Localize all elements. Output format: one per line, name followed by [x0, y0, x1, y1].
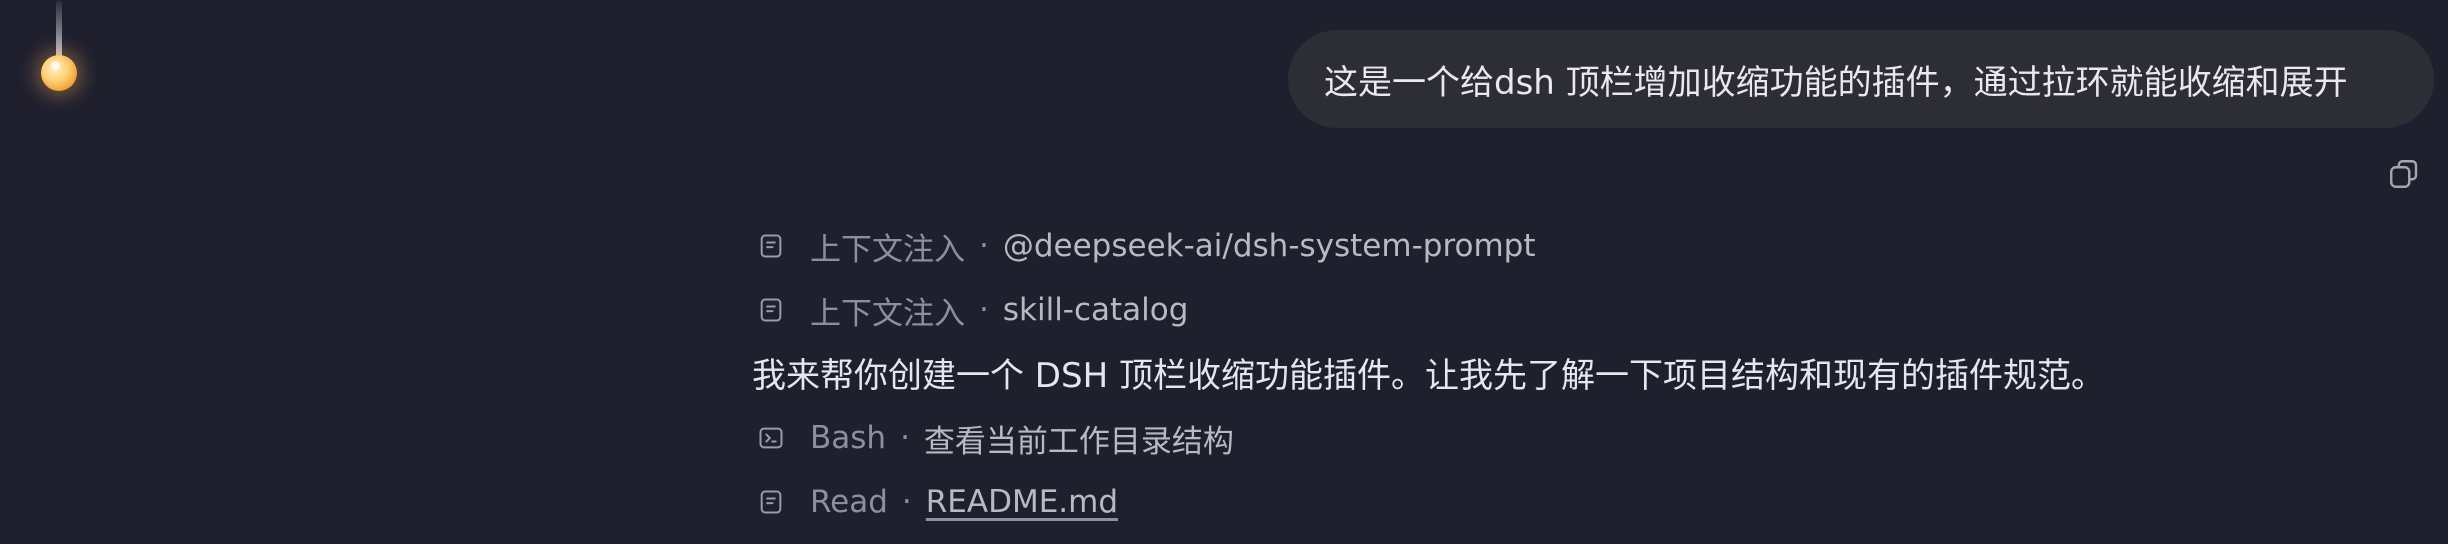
tool-call-row-read[interactable]: Read · README.md: [752, 478, 2352, 526]
user-message-bubble: 这是一个给dsh 顶栏增加收缩功能的插件，通过拉环就能收缩和展开: [1288, 30, 2434, 128]
document-icon: [756, 231, 786, 261]
step-label: 上下文注入: [810, 295, 965, 332]
document-icon: [756, 295, 786, 325]
document-icon: [756, 487, 786, 517]
separator-dot: ·: [979, 292, 989, 328]
separator-dot: ·: [900, 420, 910, 456]
step-detail: skill-catalog: [1002, 292, 1189, 328]
copy-message-button[interactable]: [2384, 154, 2424, 194]
pull-cord[interactable]: [56, 0, 62, 60]
readme-file-link[interactable]: README.md: [926, 484, 1118, 520]
tool-label: Bash: [810, 420, 887, 456]
step-label: 上下文注入: [810, 231, 965, 268]
tool-label: Read: [810, 484, 888, 520]
tool-detail: 查看当前工作目录结构: [923, 423, 1234, 460]
assistant-reply-text: 我来帮你创建一个 DSH 顶栏收缩功能插件。让我先了解一下项目结构和现有的插件规…: [752, 356, 2105, 396]
terminal-icon: [756, 423, 786, 453]
separator-dot: ·: [901, 484, 912, 520]
separator-dot: ·: [979, 228, 989, 264]
user-message-text: 这是一个给dsh 顶栏增加收缩功能的插件，通过拉环就能收缩和展开: [1324, 62, 2348, 103]
tool-call-row-bash[interactable]: Bash · 查看当前工作目录结构: [752, 414, 2352, 462]
copy-icon: [2390, 160, 2418, 188]
assistant-message: 上下文注入 · @deepseek-ai/dsh-system-prompt 上…: [752, 222, 2352, 526]
context-injection-row[interactable]: 上下文注入 · @deepseek-ai/dsh-system-prompt: [752, 222, 2352, 270]
pull-ring-handle[interactable]: [41, 55, 77, 91]
step-detail: @deepseek-ai/dsh-system-prompt: [1002, 228, 1536, 264]
context-injection-row[interactable]: 上下文注入 · skill-catalog: [752, 286, 2352, 334]
